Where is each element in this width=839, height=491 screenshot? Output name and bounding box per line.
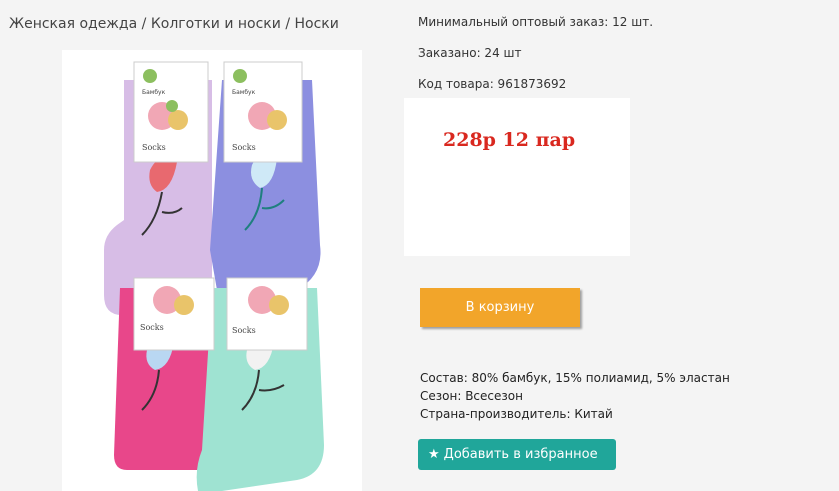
min-order-text: Минимальный оптовый заказ: 12 шт. [418, 15, 654, 29]
svg-text:Бамбук: Бамбук [142, 89, 166, 96]
breadcrumb-item-tights-socks[interactable]: Колготки и носки [151, 16, 281, 32]
property-country: Страна-производитель: Китай [420, 407, 613, 421]
star-icon: ★ [428, 447, 440, 462]
breadcrumb-item-womens-clothing[interactable]: Женская одежда [9, 16, 137, 32]
product-label: Socks Бамбук [133, 61, 209, 163]
price-box: 228р 12 пар [404, 98, 630, 256]
svg-text:Socks: Socks [232, 143, 256, 152]
breadcrumb-separator: / [285, 16, 295, 32]
breadcrumb-separator: / [141, 16, 151, 32]
product-image[interactable]: Socks Бамбук Socks Бамбук Socks Socks [62, 50, 362, 491]
socks-photo: Socks Бамбук Socks Бамбук Socks Socks [62, 50, 362, 491]
breadcrumb: Женская одежда / Колготки и носки / Носк… [9, 16, 339, 32]
add-to-favorites-label: Добавить в избранное [443, 447, 598, 462]
svg-text:Бамбук: Бамбук [232, 89, 256, 96]
product-label: Socks [226, 277, 308, 351]
add-to-cart-button[interactable]: В корзину [420, 288, 580, 327]
product-label: Socks Бамбук [223, 61, 303, 163]
property-composition: Состав: 80% бамбук, 15% полиамид, 5% эла… [420, 371, 730, 385]
svg-text:Socks: Socks [140, 323, 164, 332]
price-text: 228р 12 пар [443, 129, 576, 151]
product-code-text: Код товара: 961873692 [418, 77, 567, 91]
ordered-count-text: Заказано: 24 шт [418, 46, 522, 60]
add-to-favorites-button[interactable]: ★ Добавить в избранное [418, 439, 616, 470]
product-properties: Состав: 80% бамбук, 15% полиамид, 5% эла… [420, 369, 730, 423]
product-label: Socks [133, 277, 215, 351]
svg-text:Socks: Socks [232, 326, 256, 335]
breadcrumb-item-socks[interactable]: Носки [295, 16, 339, 32]
property-season: Сезон: Всесезон [420, 389, 523, 403]
svg-text:Socks: Socks [142, 143, 166, 152]
